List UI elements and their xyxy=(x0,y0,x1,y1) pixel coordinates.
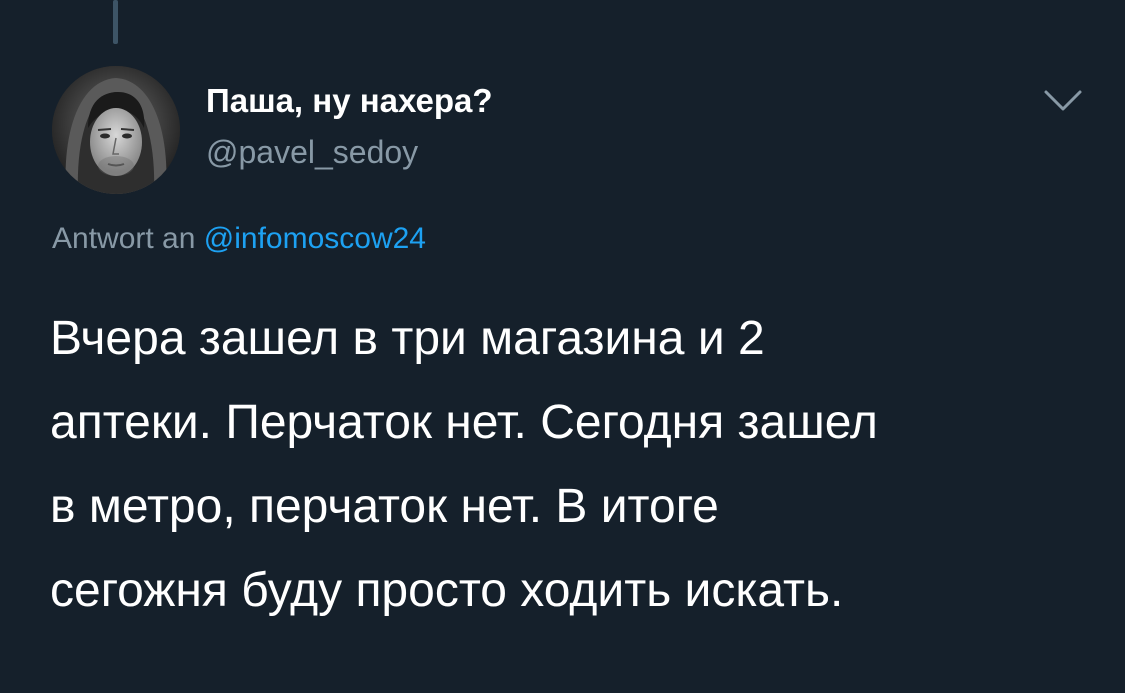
avatar[interactable] xyxy=(52,66,180,194)
display-name[interactable]: Паша, ну нахера? xyxy=(206,82,493,120)
thread-connector-line xyxy=(113,0,118,44)
reply-to-link[interactable]: @infomoscow24 xyxy=(204,222,426,255)
tweet-text: Вчера зашел в три магазина и 2 аптеки. П… xyxy=(50,297,1080,633)
reply-context: Antwort an @infomoscow24 xyxy=(52,222,426,256)
tweet-text-line: в метро, перчаток нет. В итоге xyxy=(50,480,719,533)
user-handle[interactable]: @pavel_sedoy xyxy=(206,134,418,171)
tweet-text-line: аптеки. Перчаток нет. Сегодня зашел xyxy=(50,396,878,449)
reply-prefix: Antwort an xyxy=(52,222,196,255)
tweet-text-line: сегожня буду просто ходить искать. xyxy=(50,564,844,617)
tweet-text-line: Вчера зашел в три магазина и 2 xyxy=(50,312,765,365)
avatar-image xyxy=(52,66,180,194)
chevron-down-icon[interactable] xyxy=(1043,88,1083,114)
